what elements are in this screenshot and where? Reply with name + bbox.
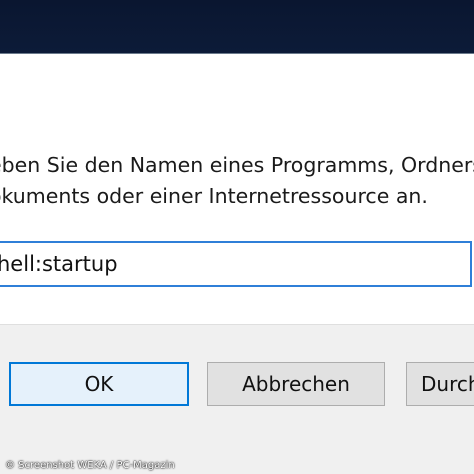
ok-button[interactable]: OK bbox=[9, 362, 189, 406]
cancel-button[interactable]: Abbrechen bbox=[207, 362, 385, 406]
image-credit: © Screenshot WEKA / PC-Magazin bbox=[5, 460, 175, 471]
instruction-line-2: okuments oder einer Internetressource an… bbox=[0, 184, 428, 208]
browse-button[interactable]: Durch bbox=[406, 362, 474, 406]
instruction-line-1: eben Sie den Namen eines Programms, Ordn… bbox=[0, 153, 474, 177]
dialog-button-bar: OK Abbrechen Durch bbox=[0, 324, 474, 474]
dialog-titlebar: en bbox=[0, 54, 474, 116]
run-dialog: en eben Sie den Namen eines Programms, O… bbox=[0, 53, 474, 474]
run-command-input[interactable] bbox=[0, 241, 472, 287]
screenshot-stage: en eben Sie den Namen eines Programms, O… bbox=[0, 0, 474, 474]
instruction-text: eben Sie den Namen eines Programms, Ordn… bbox=[0, 150, 474, 212]
